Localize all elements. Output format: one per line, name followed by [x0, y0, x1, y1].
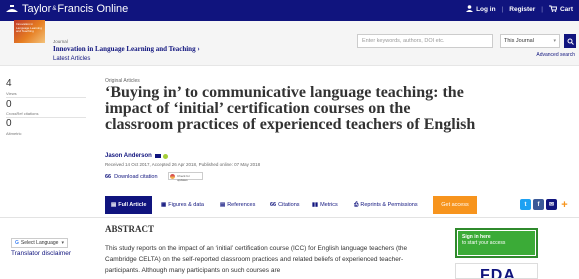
- sign-in-subtitle: to start your access: [462, 240, 506, 246]
- metric-divider: [6, 97, 86, 98]
- brand-name-part2: Francis Online: [57, 3, 129, 15]
- advanced-search-link[interactable]: Advanced search: [536, 52, 575, 58]
- advertisement[interactable]: FDA: [455, 263, 538, 279]
- quote-icon: 66: [105, 174, 112, 180]
- bar-chart-icon: ▮▮: [312, 202, 319, 208]
- tab-label: Full Article: [118, 202, 147, 208]
- tab-citations[interactable]: 66 Citations: [270, 196, 300, 214]
- lamp-logo-icon: [6, 5, 18, 12]
- twitter-share-icon[interactable]: t: [520, 199, 531, 210]
- altmetric-label: Altmetric: [6, 131, 22, 136]
- top-bar: Taylor & Francis Online Log in | Registe…: [0, 0, 579, 21]
- brand-ampersand: &: [52, 6, 57, 12]
- more-share-icon[interactable]: +: [559, 199, 570, 211]
- register-link[interactable]: Register: [509, 6, 535, 13]
- journal-label: Journal: [53, 39, 68, 44]
- journal-title-link[interactable]: Innovation in Language Learning and Teac…: [53, 45, 200, 53]
- tab-metrics[interactable]: ▮▮ Metrics: [312, 196, 338, 214]
- journal-cover-image[interactable]: Innovation in Language Learning and Teac…: [14, 20, 45, 43]
- chevron-down-icon: ▾: [553, 38, 556, 44]
- orcid-icon[interactable]: [162, 153, 168, 159]
- crossref-count: 0: [6, 99, 12, 110]
- nav-separator: |: [501, 6, 504, 13]
- search-button[interactable]: [564, 34, 576, 48]
- tab-label: Reprints & Permissions: [360, 202, 418, 208]
- crossmark-label: Check for updates: [177, 174, 190, 182]
- latest-articles-link[interactable]: Latest Articles: [53, 56, 90, 62]
- ad-logo: FDA: [480, 267, 516, 279]
- tab-label: Citations: [278, 202, 300, 208]
- select-language-dropdown[interactable]: G Select Language ▾: [11, 238, 68, 248]
- tab-label: References: [227, 202, 256, 208]
- list-icon: ▤: [220, 202, 226, 208]
- document-icon: ▤: [111, 202, 117, 208]
- select-language-label: Select Language: [20, 240, 59, 246]
- author-link[interactable]: Jason Anderson: [105, 153, 152, 159]
- journal-title: Innovation in Language Learning and Teac…: [53, 45, 196, 53]
- quote-icon: 66: [270, 202, 277, 208]
- user-icon: [466, 5, 474, 14]
- mail-icon[interactable]: [154, 154, 161, 158]
- tab-figures-data[interactable]: ▦ Figures & data: [161, 196, 204, 214]
- image-icon: ▦: [161, 202, 167, 208]
- cover-title: Innovation in Language Learning and Teac…: [16, 22, 42, 33]
- author-line: Jason Anderson: [105, 153, 168, 159]
- nav-separator: |: [541, 6, 543, 13]
- tab-label: Metrics: [320, 202, 338, 208]
- article-dates: Received 14 Oct 2017, Accepted 26 Apr 20…: [105, 162, 261, 167]
- crossref-label: CrossRef citations: [6, 111, 39, 116]
- login-link[interactable]: Log in: [476, 6, 496, 13]
- top-nav: Log in | Register | Cart: [466, 5, 573, 14]
- search-input[interactable]: Enter keywords, authors, DOI etc.: [357, 34, 493, 48]
- tab-reprints-permissions[interactable]: ⎙ Reprints & Permissions: [354, 196, 418, 214]
- tab-full-article[interactable]: ▤ Full Article: [105, 196, 153, 214]
- journal-title-arrow: ›: [197, 45, 200, 53]
- cart-link[interactable]: Cart: [560, 6, 573, 13]
- crossmark-button[interactable]: Check for updates: [168, 172, 203, 182]
- metric-divider: [6, 117, 86, 118]
- search-icon: [567, 38, 574, 45]
- brand-name-part1: Taylor: [22, 3, 52, 15]
- facebook-share-icon[interactable]: f: [533, 199, 544, 210]
- download-citation-link[interactable]: 66 Download citation: [105, 174, 158, 180]
- download-citation-label: Download citation: [114, 174, 158, 180]
- tab-label: Figures & data: [168, 202, 204, 208]
- translator-disclaimer-link[interactable]: Translator disclaimer: [11, 250, 71, 257]
- get-access-button[interactable]: Get access: [433, 196, 477, 214]
- search-scope-value: This Journal: [504, 38, 534, 44]
- search-scope-select[interactable]: This Journal ▾: [500, 34, 560, 48]
- email-share-icon[interactable]: ✉: [546, 199, 557, 210]
- views-count: 4: [6, 78, 12, 89]
- sign-in-box[interactable]: Sign in here to start your access: [455, 228, 538, 258]
- views-label: Views: [6, 91, 17, 96]
- abstract-text: This study reports on the impact of an ‘…: [105, 245, 408, 274]
- tab-references[interactable]: ▤ References: [220, 196, 255, 214]
- brand-logo[interactable]: Taylor & Francis Online: [5, 3, 128, 15]
- abstract-heading: ABSTRACT: [105, 224, 155, 234]
- chevron-down-icon: ▾: [61, 240, 64, 246]
- article-title: ‘Buying in’ to communicative language te…: [105, 84, 476, 133]
- cart-icon: [548, 5, 558, 14]
- print-icon: ⎙: [354, 201, 359, 208]
- crossmark-icon: [170, 174, 175, 179]
- google-g-icon: G: [15, 240, 19, 246]
- altmetric-count: 0: [6, 118, 12, 129]
